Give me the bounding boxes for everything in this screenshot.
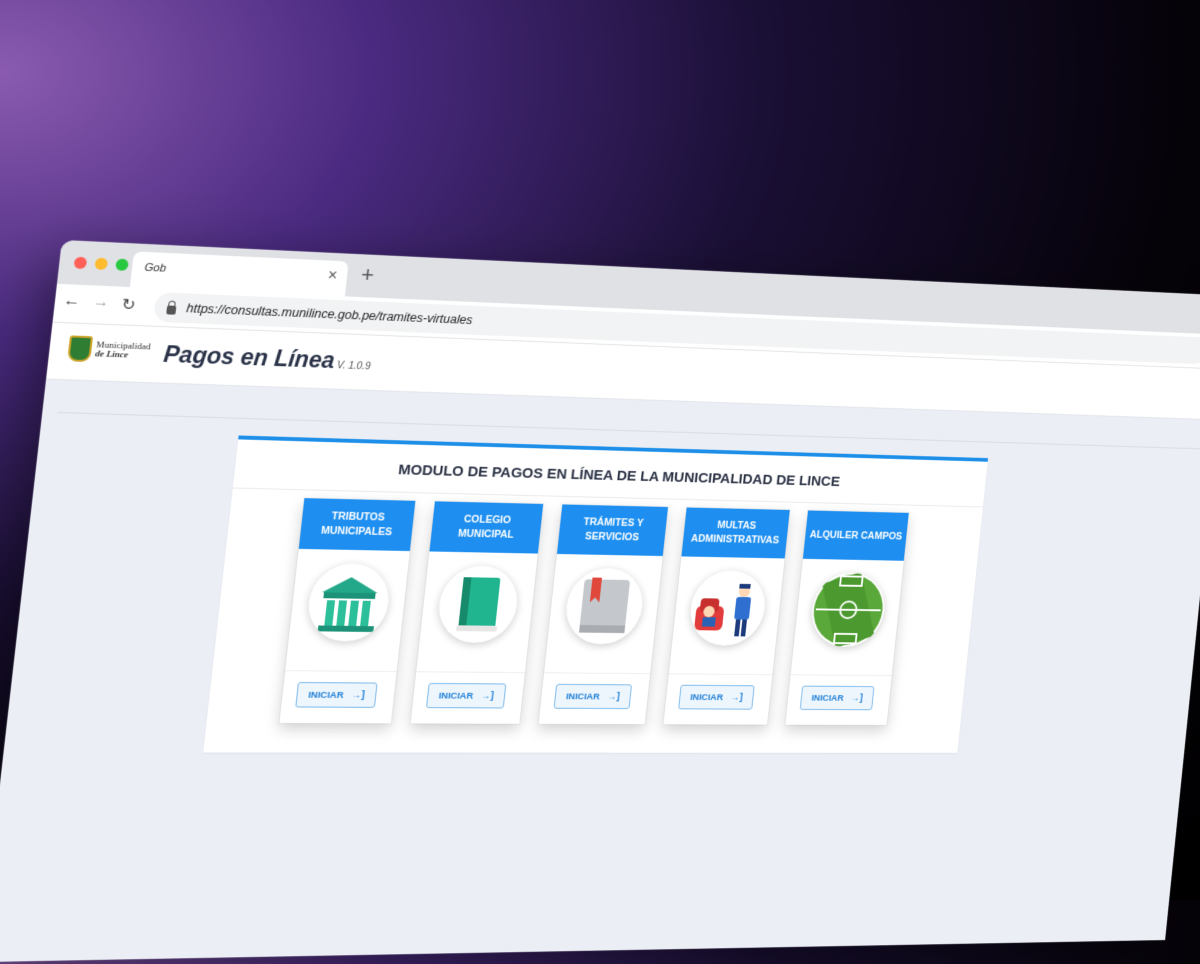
card-colegio-municipal: COLEGIO MUNICIPAL INICIAR →] xyxy=(410,501,544,724)
login-arrow-icon: →] xyxy=(606,691,621,702)
card-tributos-municipales: TRIBUTOS MUNICIPALES INICIAR →] xyxy=(279,498,416,724)
iniciar-button[interactable]: INICIAR →] xyxy=(553,683,633,710)
reload-icon[interactable]: ↻ xyxy=(121,295,137,315)
minimize-window-button[interactable] xyxy=(94,257,109,271)
lock-icon xyxy=(166,304,177,315)
card-divider xyxy=(544,672,651,675)
card-tramites-servicios: TRÁMITES Y SERVICIOS INICIAR →] xyxy=(538,504,669,725)
button-label: INICIAR xyxy=(307,689,345,701)
browser-window: Gob × + ← → ↻ https://consultas.munilinc… xyxy=(0,240,1200,963)
card-multas-administrativas: MULTAS ADMINISTRATIVAS INICIAR →] xyxy=(663,507,790,725)
card-title: COLEGIO MUNICIPAL xyxy=(429,501,544,554)
traffic-police-icon xyxy=(686,569,769,647)
forward-arrow-icon[interactable]: → xyxy=(92,293,111,312)
iniciar-button[interactable]: INICIAR →] xyxy=(799,685,875,711)
new-tab-icon[interactable]: + xyxy=(360,262,375,288)
url-text: https://consultas.munilince.gob.pe/trami… xyxy=(185,301,474,327)
login-arrow-icon: →] xyxy=(850,692,864,704)
soccer-field-icon xyxy=(808,572,889,648)
module-cards: TRIBUTOS MUNICIPALES INICIAR →] COLEGIO … xyxy=(279,498,909,726)
back-arrow-icon[interactable]: ← xyxy=(62,292,82,311)
card-divider xyxy=(790,674,892,677)
button-label: INICIAR xyxy=(438,690,474,702)
page-title: Pagos en LíneaV. 1.0.9 xyxy=(162,341,372,375)
card-divider xyxy=(668,673,773,676)
window-controls xyxy=(73,256,129,271)
main-content: MODULO DE PAGOS EN LÍNEA DE LA MUNICIPAL… xyxy=(0,380,1200,963)
panel-title: MODULO DE PAGOS EN LÍNEA DE LA MUNICIPAL… xyxy=(232,439,988,508)
tab-title: Gob xyxy=(143,261,167,275)
bank-building-icon xyxy=(304,562,393,642)
bookmark-icon xyxy=(562,567,647,645)
close-tab-icon[interactable]: × xyxy=(327,267,338,285)
login-arrow-icon: →] xyxy=(350,689,366,701)
divider xyxy=(57,411,1200,450)
card-title: TRIBUTOS MUNICIPALES xyxy=(298,498,416,552)
card-alquiler-campos: ALQUILER CAMPOS INICIAR →] xyxy=(785,510,909,726)
iniciar-button[interactable]: INICIAR →] xyxy=(425,682,507,709)
iniciar-button[interactable]: INICIAR →] xyxy=(295,682,378,708)
button-label: INICIAR xyxy=(565,691,601,702)
close-window-button[interactable] xyxy=(73,256,88,270)
page-title-text: Pagos en Línea xyxy=(162,341,336,373)
payments-panel: MODULO DE PAGOS EN LÍNEA DE LA MUNICIPAL… xyxy=(203,435,989,753)
card-title: MULTAS ADMINISTRATIVAS xyxy=(681,507,790,559)
book-icon xyxy=(435,565,522,644)
card-divider xyxy=(285,670,397,673)
maximize-window-button[interactable] xyxy=(115,258,129,271)
card-title: TRÁMITES Y SERVICIOS xyxy=(556,504,669,557)
button-label: INICIAR xyxy=(811,692,845,704)
button-label: INICIAR xyxy=(689,691,724,703)
login-arrow-icon: →] xyxy=(480,690,495,702)
municipality-logo[interactable]: Municipalidad de Lince xyxy=(67,335,151,364)
logo-text: Municipalidad de Lince xyxy=(95,339,152,360)
version-label: V. 1.0.9 xyxy=(336,360,371,373)
shield-icon xyxy=(67,335,94,363)
card-title: ALQUILER CAMPOS xyxy=(802,510,909,561)
login-arrow-icon: →] xyxy=(729,692,744,703)
card-divider xyxy=(416,671,525,674)
iniciar-button[interactable]: INICIAR →] xyxy=(678,684,755,710)
